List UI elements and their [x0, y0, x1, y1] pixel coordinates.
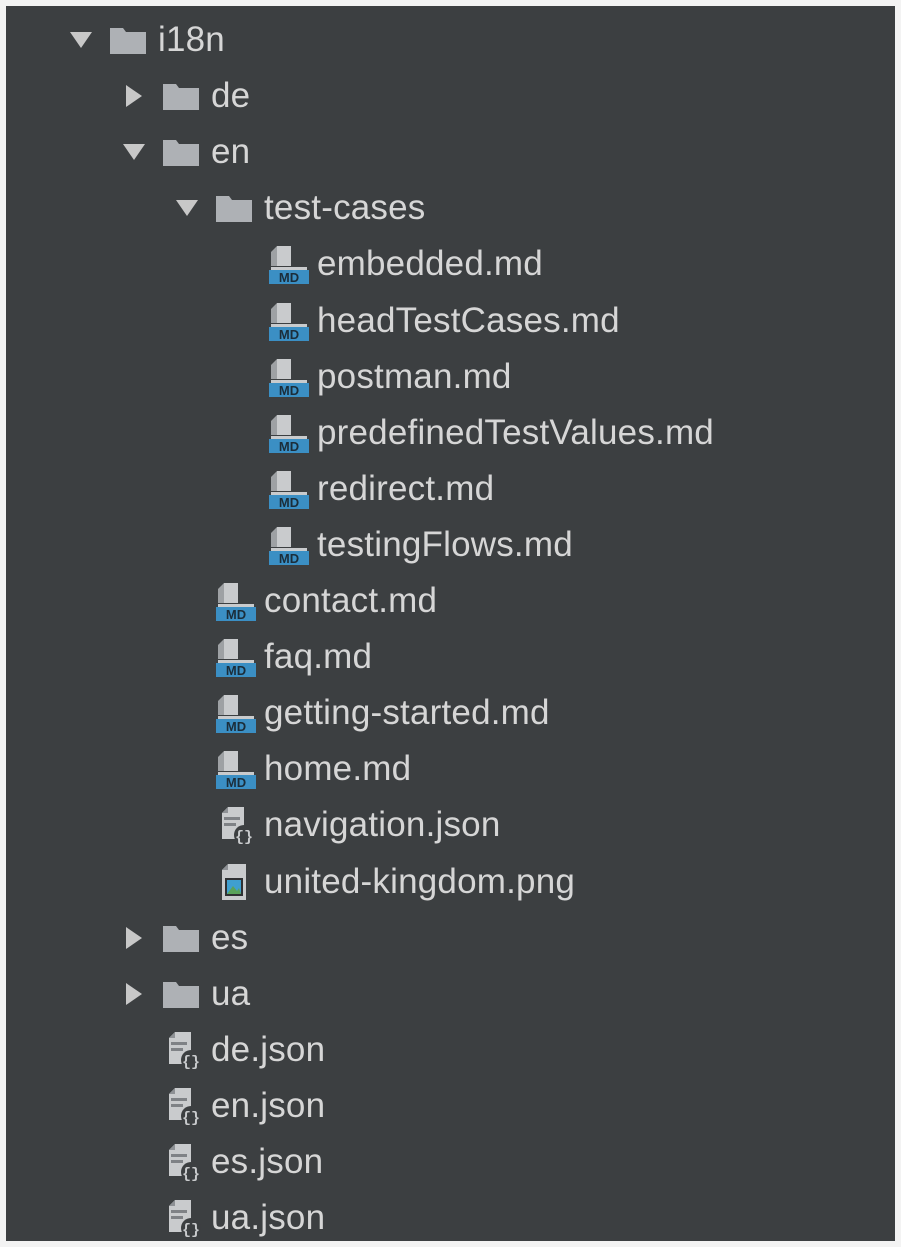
folder-icon — [161, 130, 207, 174]
svg-text:{}: {} — [182, 1054, 200, 1071]
folder-icon — [214, 186, 260, 230]
folder-icon — [108, 18, 154, 62]
tree-item-faq-md[interactable]: MD faq.md — [6, 629, 895, 685]
svg-text:{}: {} — [182, 1110, 200, 1127]
chevron-down-icon[interactable] — [172, 193, 202, 223]
tree-item-label: es — [211, 917, 249, 957]
tree-item-en-json[interactable]: {} en.json — [6, 1078, 895, 1134]
tree-item-label: ua.json — [211, 1198, 326, 1238]
json-file-icon: {} — [161, 1196, 207, 1240]
svg-text:MD: MD — [226, 775, 246, 790]
tree-item-contact-md[interactable]: MD contact.md — [6, 573, 895, 629]
tree-item-label: postman.md — [317, 356, 512, 396]
tree-item-label: testingFlows.md — [317, 524, 573, 564]
tree-item-redirect-md[interactable]: MD redirect.md — [6, 461, 895, 517]
folder-icon — [161, 74, 207, 118]
folder-icon — [161, 916, 207, 960]
tree-item-ua[interactable]: ua — [6, 966, 895, 1022]
chevron-down-icon[interactable] — [66, 25, 96, 55]
svg-text:MD: MD — [279, 551, 299, 566]
tree-item-postman-md[interactable]: MD postman.md — [6, 349, 895, 405]
tree-item-label: contact.md — [264, 581, 438, 620]
image-file-icon — [214, 860, 260, 904]
tree-item-label: en.json — [211, 1085, 326, 1125]
tree-item-predefinedtestvalues-md[interactable]: MD predefinedTestValues.md — [6, 405, 895, 461]
markdown-file-icon: MD — [214, 691, 260, 735]
tree-item-label: predefinedTestValues.md — [317, 412, 714, 452]
json-file-icon: {} — [161, 1140, 207, 1184]
tree-item-de-json[interactable]: {} de.json — [6, 1022, 895, 1078]
tree-item-label: i18n — [158, 20, 225, 59]
tree-item-label: navigation.json — [264, 805, 501, 845]
svg-text:MD: MD — [279, 327, 299, 342]
svg-text:MD: MD — [279, 270, 299, 285]
svg-text:MD: MD — [279, 439, 299, 454]
tree-item-embedded-md[interactable]: MD embedded.md — [6, 236, 895, 292]
chevron-right-icon[interactable] — [119, 923, 149, 953]
tree-item-label: embedded.md — [317, 244, 543, 284]
tree-item-en[interactable]: en — [6, 124, 895, 180]
json-file-icon: {} — [161, 1084, 207, 1128]
tree-item-es-json[interactable]: {} es.json — [6, 1134, 895, 1190]
tree-item-i18n[interactable]: i18n — [6, 12, 895, 68]
tree-item-test-cases[interactable]: test-cases — [6, 180, 895, 236]
tree-item-navigation-json[interactable]: {} navigation.json — [6, 797, 895, 853]
svg-text:{}: {} — [182, 1222, 200, 1239]
tree-item-es[interactable]: es — [6, 910, 895, 966]
svg-text:MD: MD — [226, 719, 246, 734]
chevron-right-icon[interactable] — [119, 81, 149, 111]
json-file-icon: {} — [161, 1028, 207, 1072]
svg-text:MD: MD — [226, 607, 246, 622]
svg-text:MD: MD — [279, 383, 299, 398]
tree-item-label: test-cases — [264, 188, 426, 228]
markdown-file-icon: MD — [267, 299, 313, 343]
chevron-right-icon[interactable] — [119, 979, 149, 1009]
markdown-file-icon: MD — [267, 523, 313, 567]
markdown-file-icon: MD — [267, 411, 313, 455]
project-file-tree: i18n de en test-cases MD embedded.md MD headTes… — [6, 6, 895, 1241]
markdown-file-icon: MD — [214, 747, 260, 791]
tree-item-label: redirect.md — [317, 468, 495, 508]
markdown-file-icon: MD — [267, 355, 313, 399]
tree-item-united-kingdom-png[interactable]: united-kingdom.png — [6, 854, 895, 910]
tree-item-label: getting-started.md — [264, 693, 550, 733]
markdown-file-icon: MD — [214, 635, 260, 679]
svg-text:MD: MD — [279, 495, 299, 510]
tree-item-label: headTestCases.md — [317, 300, 620, 340]
tree-item-de[interactable]: de — [6, 68, 895, 124]
tree-item-home-md[interactable]: MD home.md — [6, 741, 895, 797]
markdown-file-icon: MD — [267, 467, 313, 511]
tree-item-label: home.md — [264, 749, 412, 789]
tree-item-getting-started-md[interactable]: MD getting-started.md — [6, 685, 895, 741]
svg-text:{}: {} — [235, 829, 253, 846]
svg-text:{}: {} — [182, 1166, 200, 1183]
tree-item-ua-json[interactable]: {} ua.json — [6, 1190, 895, 1241]
tree-item-label: united-kingdom.png — [264, 861, 576, 901]
tree-item-label: de.json — [211, 1029, 326, 1069]
markdown-file-icon: MD — [267, 242, 313, 286]
tree-item-label: en — [211, 132, 251, 172]
markdown-file-icon: MD — [214, 579, 260, 623]
folder-icon — [161, 972, 207, 1016]
chevron-down-icon[interactable] — [119, 137, 149, 167]
tree-item-label: faq.md — [264, 637, 373, 677]
tree-item-testingflows-md[interactable]: MD testingFlows.md — [6, 517, 895, 573]
svg-text:MD: MD — [226, 663, 246, 678]
tree-item-label: ua — [211, 973, 251, 1013]
tree-item-label: de — [211, 76, 251, 116]
json-file-icon: {} — [214, 803, 260, 847]
tree-item-label: es.json — [211, 1142, 324, 1181]
tree-item-headtestcases-md[interactable]: MD headTestCases.md — [6, 293, 895, 349]
